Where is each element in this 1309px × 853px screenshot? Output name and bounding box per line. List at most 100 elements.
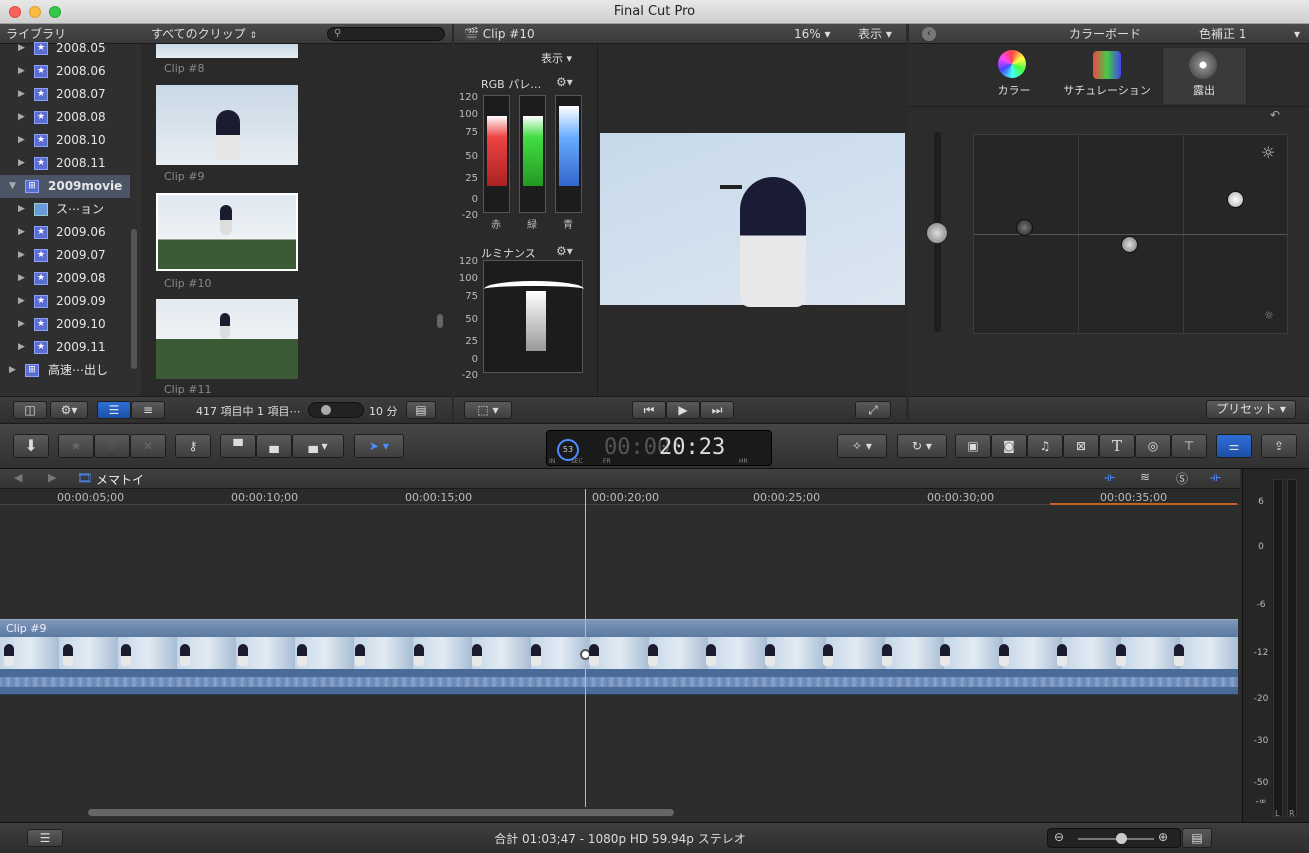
library-item[interactable]: ▶ ★ 2009.10 <box>0 313 130 336</box>
disclosure-closed-icon[interactable]: ▶ <box>18 129 25 152</box>
music-browser-button[interactable]: ♫ <box>1027 434 1063 458</box>
minimize-window-button[interactable] <box>29 6 41 18</box>
history-back-button[interactable]: ◀ <box>14 471 22 484</box>
snapping-button[interactable]: ⟛ <box>1210 470 1221 485</box>
library-item[interactable]: ▶ ス⋯ョン <box>0 198 130 221</box>
disclosure-closed-icon[interactable]: ▶ <box>18 198 25 221</box>
zoom-window-button[interactable] <box>49 6 61 18</box>
shadows-puck[interactable] <box>1016 219 1033 236</box>
list-view-button[interactable]: ≡ <box>131 401 165 419</box>
slider-knob[interactable] <box>321 405 331 415</box>
library-item[interactable]: ▶ ★ 2008.11 <box>0 152 130 175</box>
clip-thumbnail[interactable] <box>156 85 298 165</box>
library-scrollbar[interactable] <box>131 229 137 369</box>
reset-icon[interactable]: ↶ <box>1270 108 1280 122</box>
connect-edit-button[interactable]: ▀ <box>220 434 256 458</box>
import-button[interactable]: ⬇ <box>13 434 49 458</box>
disclosure-closed-icon[interactable]: ▶ <box>18 37 25 60</box>
action-menu-button[interactable]: ⚙▾ <box>50 401 88 419</box>
disclosure-closed-icon[interactable]: ▶ <box>18 336 25 359</box>
disclosure-closed-icon[interactable]: ▶ <box>18 106 25 129</box>
library-item[interactable]: ▶ ★ 2009.11 <box>0 336 130 359</box>
midtones-puck[interactable] <box>1121 236 1138 253</box>
scope-view-popup[interactable]: 表示 ▾ <box>541 50 572 66</box>
audio-skimming-button[interactable]: ≋ <box>1140 470 1150 484</box>
tab-color[interactable]: カラー <box>979 82 1049 98</box>
append-edit-button[interactable]: ▄ ▾ <box>292 434 344 458</box>
library-item[interactable]: ▶ ★ 2008.07 <box>0 83 130 106</box>
library-item[interactable]: ▶ ★ 2009.08 <box>0 267 130 290</box>
presets-button[interactable]: プリセット ▾ <box>1206 400 1296 419</box>
timecode-display[interactable]: 53 00:00: 20:23 IN SEC FR HR <box>546 430 772 466</box>
favorite-button[interactable]: ★ <box>58 434 94 458</box>
library-item[interactable]: ▼ ⊞ 2009movie <box>0 175 130 198</box>
audio-waveform[interactable] <box>0 669 1238 695</box>
tab-saturation[interactable]: サチュレーション <box>1057 82 1157 98</box>
library-toggle-button[interactable]: ◫ <box>13 401 47 419</box>
clip-thumbnail-selected[interactable] <box>156 193 298 271</box>
disclosure-open-icon[interactable]: ▼ <box>9 175 16 198</box>
search-field[interactable]: ⚲ <box>327 27 445 41</box>
skimming-button[interactable]: ⟛ <box>1104 470 1115 485</box>
clip-appearance-button[interactable]: ▤ <box>406 401 436 419</box>
highlights-puck[interactable] <box>1227 191 1244 208</box>
library-item[interactable]: ▶ ★ 2008.10 <box>0 129 130 152</box>
effects-browser-button[interactable]: ▣ <box>955 434 991 458</box>
library-item[interactable]: ▶ ★ 2008.08 <box>0 106 130 129</box>
clip-appearance-button[interactable]: ▤ <box>1182 828 1212 848</box>
disclosure-closed-icon[interactable]: ▶ <box>18 221 25 244</box>
disclosure-closed-icon[interactable]: ▶ <box>18 267 25 290</box>
insert-edit-button[interactable]: ▄ <box>256 434 292 458</box>
luma-settings-button[interactable]: ⚙▾ <box>556 244 573 258</box>
titles-browser-button[interactable]: T <box>1099 434 1135 458</box>
view-popup[interactable]: 表示 ▾ <box>858 24 892 44</box>
previous-edit-button[interactable]: ⏮ <box>632 401 666 419</box>
clip-filter-popup[interactable]: すべてのクリップ <box>151 27 246 41</box>
transitions-browser-button[interactable]: ⊠ <box>1063 434 1099 458</box>
disclosure-closed-icon[interactable]: ▶ <box>18 244 25 267</box>
correction-popup[interactable]: 色補正 1 <box>1199 24 1246 44</box>
library-item[interactable]: ▶ ★ 2009.09 <box>0 290 130 313</box>
enhancements-button[interactable]: ✧ ▾ <box>837 434 887 458</box>
tab-exposure[interactable]: 露出 <box>1174 82 1234 98</box>
zoom-popup[interactable]: 16% ▾ <box>794 24 831 44</box>
inspector-toggle-button[interactable]: ⚌ <box>1216 434 1252 458</box>
clip-thumbnail[interactable] <box>156 299 298 379</box>
filmstrip-view-button[interactable]: ☰ <box>97 401 131 419</box>
exposure-tab-icon[interactable] <box>1189 51 1217 79</box>
color-board-grid[interactable]: ☼ ☼ <box>973 134 1288 334</box>
photos-browser-button[interactable]: ◙ <box>991 434 1027 458</box>
play-button[interactable]: ▶ <box>666 401 700 419</box>
clip-thumbnail[interactable] <box>156 44 298 58</box>
themes-browser-button[interactable]: ⊤ <box>1171 434 1207 458</box>
global-exposure-puck[interactable] <box>926 222 948 244</box>
transform-popup[interactable]: ⬚ ▾ <box>464 401 512 419</box>
library-item[interactable]: ▶ ★ 2009.07 <box>0 244 130 267</box>
next-edit-button[interactable]: ⏭ <box>700 401 734 419</box>
clip-title-bar[interactable]: Clip #9 <box>0 619 1238 637</box>
disclosure-closed-icon[interactable]: ▶ <box>18 290 25 313</box>
zoom-slider-knob[interactable] <box>1116 833 1127 844</box>
playhead[interactable] <box>585 489 586 807</box>
zoom-in-icon[interactable]: ⊕ <box>1158 830 1168 844</box>
fullscreen-button[interactable]: ⤢ <box>855 401 891 419</box>
library-item[interactable]: ▶ ★ 2008.05 <box>0 37 130 60</box>
select-tool-button[interactable]: ➤ ▾ <box>354 434 404 458</box>
clip-zoom-slider[interactable] <box>308 402 364 418</box>
unrate-button[interactable]: ☆ <box>94 434 130 458</box>
browser-scrollbar[interactable] <box>437 314 443 328</box>
disclosure-closed-icon[interactable]: ▶ <box>18 83 25 106</box>
disclosure-closed-icon[interactable]: ▶ <box>9 359 16 382</box>
keyword-button[interactable]: ⚷ <box>175 434 211 458</box>
back-button[interactable]: ‹ <box>922 27 936 41</box>
disclosure-closed-icon[interactable]: ▶ <box>18 313 25 336</box>
zoom-out-icon[interactable]: ⊖ <box>1054 830 1064 844</box>
retime-button[interactable]: ↻ ▾ <box>897 434 947 458</box>
generators-browser-button[interactable]: ◎ <box>1135 434 1171 458</box>
share-button[interactable]: ⇪ <box>1261 434 1297 458</box>
saturation-tab-icon[interactable] <box>1093 51 1121 79</box>
rgb-settings-button[interactable]: ⚙▾ <box>556 75 573 89</box>
timeline-scrollbar[interactable] <box>88 809 674 816</box>
color-tab-icon[interactable] <box>998 50 1026 78</box>
close-window-button[interactable] <box>9 6 21 18</box>
